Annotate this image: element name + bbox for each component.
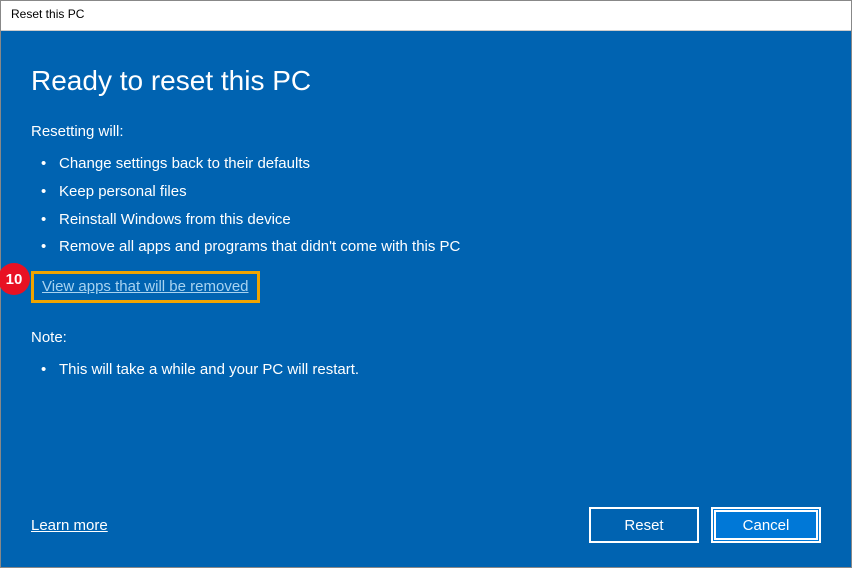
bullet-keep-files: Keep personal files xyxy=(49,178,821,206)
annotation-step-badge: 10 xyxy=(0,263,30,295)
reset-pc-dialog: Reset this PC 10 Ready to reset this PC … xyxy=(0,0,852,568)
dialog-button-row: Reset Cancel xyxy=(589,507,821,543)
annotation-step-number: 10 xyxy=(6,271,23,288)
bullet-remove-apps: Remove all apps and programs that didn't… xyxy=(49,233,821,261)
window-titlebar: Reset this PC xyxy=(1,1,851,31)
bullet-reinstall-windows: Reinstall Windows from this device xyxy=(49,206,821,234)
resetting-bullet-list: Change settings back to their defaults K… xyxy=(31,150,821,261)
bullet-change-settings: Change settings back to their defaults xyxy=(49,150,821,178)
dialog-heading: Ready to reset this PC xyxy=(31,65,821,97)
reset-button[interactable]: Reset xyxy=(589,507,699,543)
note-section: Note: This will take a while and your PC… xyxy=(31,329,821,384)
view-apps-removed-link[interactable]: View apps that will be removed xyxy=(42,278,249,295)
view-apps-highlight-box: View apps that will be removed xyxy=(31,271,260,303)
learn-more-link[interactable]: Learn more xyxy=(31,517,108,534)
note-label: Note: xyxy=(31,329,821,346)
cancel-button[interactable]: Cancel xyxy=(711,507,821,543)
resetting-will-label: Resetting will: xyxy=(31,123,821,140)
window-title: Reset this PC xyxy=(11,7,84,21)
note-restart-warning: This will take a while and your PC will … xyxy=(49,356,821,384)
note-bullet-list: This will take a while and your PC will … xyxy=(31,356,821,384)
dialog-content: 10 Ready to reset this PC Resetting will… xyxy=(1,31,851,567)
dialog-footer: Learn more Reset Cancel xyxy=(31,507,821,543)
